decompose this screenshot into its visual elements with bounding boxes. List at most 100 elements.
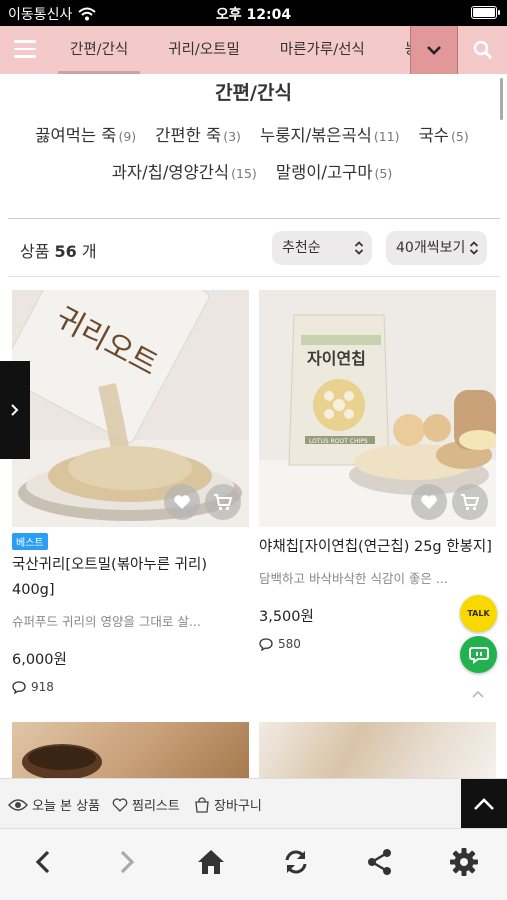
chat-icon (468, 646, 489, 664)
search-icon (473, 40, 492, 60)
tab-snacks[interactable]: 간편/간식 (50, 26, 148, 74)
heart-icon (174, 495, 190, 509)
home-button[interactable] (194, 845, 228, 879)
subcategory-item[interactable]: 국수 (5) (419, 118, 469, 155)
side-panel-toggle[interactable] (0, 361, 30, 459)
subcategory-label: 끓여먹는 죽 (35, 126, 117, 145)
product-image-next[interactable] (259, 722, 496, 778)
today-viewed-link[interactable]: 오늘 본 상품 (8, 795, 100, 814)
product-count-prefix: 상품 (20, 242, 55, 261)
wishlist-link[interactable]: 찜리스트 (112, 795, 180, 814)
refresh-button[interactable] (279, 845, 313, 879)
package-brand-text: 자이연칩 (307, 349, 366, 368)
product-count-value: 56 (54, 242, 77, 261)
cart-icon (461, 494, 480, 511)
settings-button[interactable] (447, 845, 481, 879)
subcategory-label: 누룽지/볶은곡식 (260, 126, 372, 145)
product-count-suffix: 개 (76, 242, 97, 261)
toolbar-divider (8, 276, 500, 277)
search-button[interactable] (458, 26, 507, 74)
cart-icon (214, 494, 233, 511)
product-image-oatmeal[interactable]: 귀리오트 (12, 290, 249, 527)
refresh-icon (285, 850, 307, 874)
product-name[interactable]: 야채칩[자이연칩(연근칩) 25g 한봉지] (259, 535, 496, 560)
gear-icon (450, 848, 478, 876)
tab-powder[interactable]: 마른가루/선식 (260, 26, 385, 74)
subcategory-count: (5) (374, 166, 393, 181)
category-tabs: 간편/간식 귀리/오트밀 마른가루/선식 농 (50, 26, 438, 74)
subcategory-label: 간편한 죽 (155, 126, 222, 145)
best-badge: 베스트 (12, 533, 48, 550)
subcategory-list: 끓여먹는 죽 (9) 간편한 죽 (3) 누룽지/볶은곡식 (11) 국수 (5) 과자… (12, 118, 492, 192)
chevron-down-icon (427, 46, 441, 55)
scroll-top-small-button[interactable] (468, 684, 488, 704)
battery-icon (471, 6, 500, 19)
review-count: 918 (12, 680, 249, 694)
talk-label: TALK (467, 609, 490, 618)
hamburger-icon[interactable] (14, 40, 36, 58)
comment-icon (12, 680, 26, 694)
cart-link[interactable]: 장바구니 (194, 795, 262, 814)
sort-select-value: 추천순 (282, 240, 321, 256)
product-description: 담백하고 바삭바삭한 식감이 좋은 ... (259, 571, 448, 586)
subcategory-label: 과자/칩/영양간식 (111, 163, 230, 182)
cart-label: 장바구니 (214, 799, 262, 814)
kakao-talk-button[interactable]: TALK (460, 595, 497, 632)
subcategory-item[interactable]: 말랭이/고구마 (5) (276, 155, 392, 192)
chat-button[interactable] (460, 636, 497, 673)
wishlist-button[interactable] (164, 484, 200, 520)
subcategory-label: 국수 (418, 126, 449, 145)
comment-icon (259, 637, 273, 651)
tab-oats[interactable]: 귀리/오트밀 (148, 26, 260, 74)
subcategory-count: (11) (373, 129, 400, 144)
product-name[interactable]: 국산귀리[오트밀(볶아누른 귀리) 400g] (12, 553, 249, 603)
subcategory-label: 말랭이/고구마 (275, 163, 373, 182)
wishlist-label: 찜리스트 (132, 799, 180, 814)
review-count-value: 918 (31, 680, 54, 694)
home-icon (198, 850, 224, 874)
heart-icon (421, 495, 437, 509)
wishlist-button[interactable] (411, 484, 447, 520)
product-image-next[interactable] (12, 722, 249, 778)
subcategory-item[interactable]: 과자/칩/영양간식 (15) (112, 155, 257, 192)
sort-select[interactable]: 추천순 (272, 231, 372, 265)
product-description: 슈퍼푸드 귀리의 영양을 그대로 살... (12, 614, 201, 629)
category-nav: 간편/간식 귀리/오트밀 마른가루/선식 농 (0, 26, 507, 74)
subcategory-item[interactable]: 누룽지/볶은곡식 (11) (260, 118, 400, 155)
forward-button[interactable] (110, 845, 144, 879)
bag-icon (195, 796, 209, 813)
select-arrows-icon (469, 241, 479, 255)
back-icon (35, 850, 50, 874)
clock: 오후 12:04 (215, 7, 292, 23)
subcategory-title: 간편/간식 (215, 82, 292, 104)
category-dropdown-button[interactable] (410, 26, 458, 74)
back-button[interactable] (26, 845, 60, 879)
add-to-cart-button[interactable] (205, 484, 241, 520)
share-button[interactable] (363, 845, 397, 879)
product-card[interactable]: 자이연칩 LOTUS ROOT CHIPS 야채칩[자이연칩(연근칩) 25g … (259, 290, 496, 651)
eye-icon (8, 798, 28, 811)
quick-access-bar: 오늘 본 상품 찜리스트 장바구니 (0, 778, 507, 829)
next-product-photo (22, 744, 102, 778)
product-count: 상품 56 개 (20, 238, 97, 262)
subcategory-item[interactable]: 끓여먹는 죽 (9) (35, 118, 136, 155)
subcategory-item[interactable]: 간편한 죽 (3) (155, 118, 241, 155)
subcategory-count: (5) (451, 129, 469, 144)
chevron-up-icon (474, 798, 494, 810)
add-to-cart-button[interactable] (452, 484, 488, 520)
status-bar: 이동통신사 오후 12:04 (0, 0, 507, 26)
share-icon (368, 849, 391, 875)
product-image-lotus-chips[interactable]: 자이연칩 LOTUS ROOT CHIPS (259, 290, 496, 527)
bottom-navigation (0, 828, 507, 900)
scroll-top-button[interactable] (461, 779, 507, 829)
heart-icon (112, 797, 128, 812)
product-card[interactable]: 귀리오트 베스트 국산귀리[오트밀(볶아누른 귀리) 400g] 슈퍼푸드 귀리… (12, 290, 249, 694)
chevron-up-icon (472, 690, 484, 698)
section-divider (8, 218, 500, 219)
per-page-select[interactable]: 40개씩보기 (386, 231, 487, 265)
per-page-select-value: 40개씩보기 (396, 240, 466, 256)
chevron-right-icon (11, 404, 19, 416)
subcategory-count: (3) (223, 129, 241, 144)
today-viewed-label: 오늘 본 상품 (32, 799, 101, 814)
review-count-value: 580 (278, 637, 301, 651)
